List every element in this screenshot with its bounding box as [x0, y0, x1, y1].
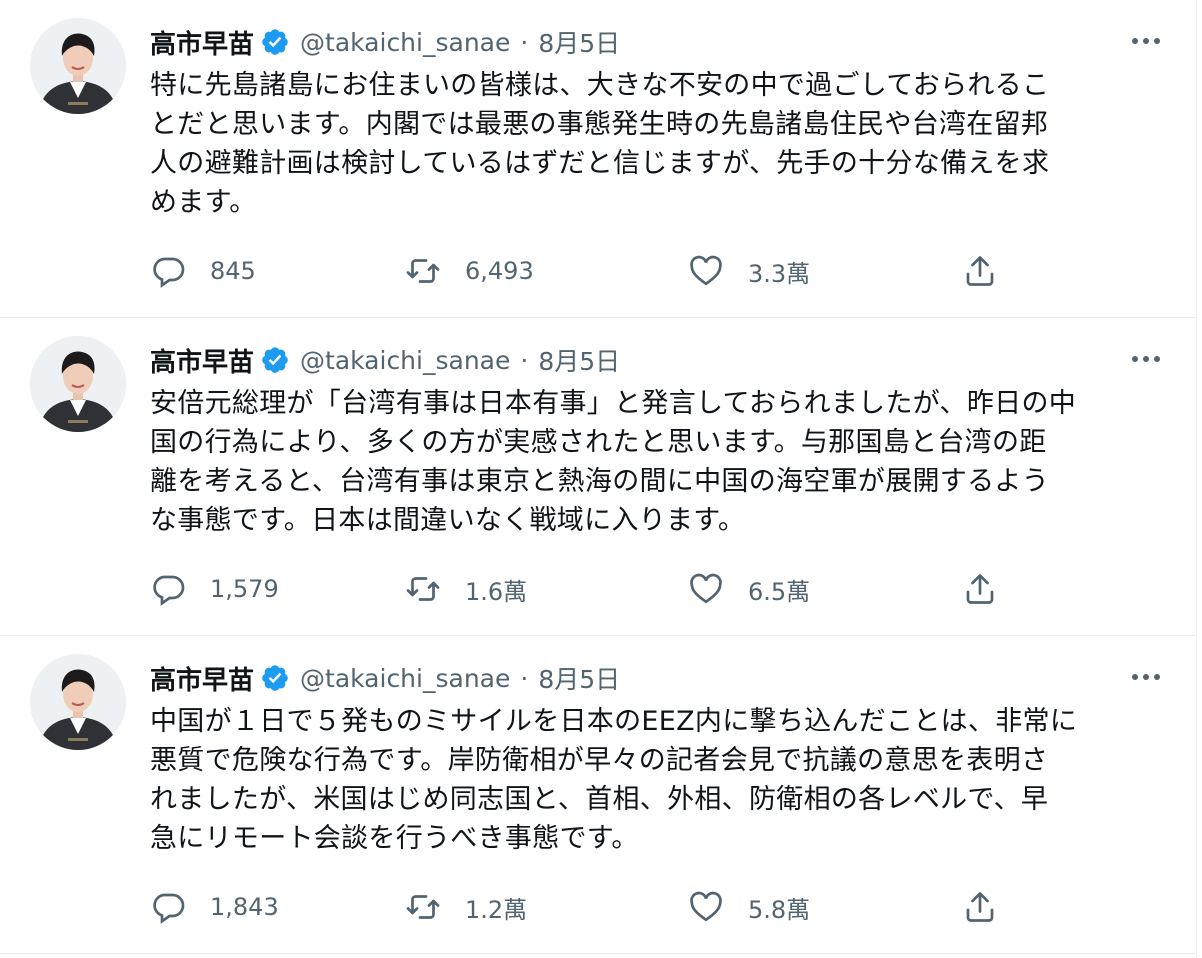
retweet-count: 6,493 [465, 257, 534, 285]
tweet-actions: 1,579 1.6萬 6.5萬 [150, 566, 1010, 616]
share-button[interactable] [962, 248, 1022, 294]
tweet-2[interactable]: 高市早苗 @takaichi_sanae · 8月5日 安倍元総理が「台湾有事は… [0, 318, 1196, 636]
author-handle[interactable]: @takaichi_sanae [300, 346, 510, 375]
share-button[interactable] [962, 884, 1022, 930]
retweet-button[interactable]: 6,493 [405, 248, 534, 294]
retweet-icon [406, 577, 440, 601]
like-count: 6.5萬 [748, 577, 811, 606]
tweet-text: 安倍元総理が「台湾有事は日本有事」と発言しておられましたが、昨日の中 国の行為に… [150, 388, 1077, 536]
avatar[interactable] [30, 18, 126, 114]
reply-icon [153, 257, 185, 288]
like-button[interactable]: 5.8萬 [688, 884, 810, 930]
reply-button[interactable]: 1,843 [150, 884, 279, 930]
tweet-text: 中国が１日で５発ものミサイルを日本のEEZ内に撃ち込んだことは、非常に 悪質で危… [150, 706, 1078, 854]
retweet-button[interactable]: 1.6萬 [405, 566, 527, 612]
verified-badge-icon [260, 345, 290, 375]
tweet-1[interactable]: 高市早苗 @takaichi_sanae · 8月5日 特に先島諸島にお住まいの… [0, 0, 1196, 318]
tweet-date[interactable]: 8月5日 [538, 342, 620, 378]
more-options-icon[interactable] [1126, 662, 1166, 692]
separator-dot: · [520, 345, 529, 375]
share-button[interactable] [962, 566, 1022, 612]
retweet-icon [406, 259, 440, 283]
share-icon [966, 574, 994, 604]
avatar[interactable] [30, 654, 126, 750]
share-icon [966, 256, 994, 286]
reply-count: 1,843 [210, 893, 279, 921]
author-handle[interactable]: @takaichi_sanae [300, 664, 510, 693]
author-handle[interactable]: @takaichi_sanae [300, 28, 510, 57]
verified-badge-icon [260, 27, 290, 57]
retweet-icon [406, 895, 440, 919]
reply-icon [153, 575, 185, 606]
author-name[interactable]: 高市早苗 [150, 342, 254, 379]
like-icon [690, 891, 722, 922]
more-options-icon[interactable] [1126, 344, 1166, 374]
reply-button[interactable]: 1,579 [150, 566, 279, 612]
separator-dot: · [520, 663, 529, 693]
share-icon [966, 892, 994, 922]
reply-icon [153, 893, 185, 924]
author-name[interactable]: 高市早苗 [150, 660, 254, 697]
reply-count: 845 [210, 257, 256, 285]
like-count: 3.3萬 [748, 259, 811, 288]
retweet-button[interactable]: 1.2萬 [405, 884, 527, 930]
tweet-date[interactable]: 8月5日 [538, 24, 620, 60]
like-count: 5.8萬 [748, 895, 811, 924]
like-button[interactable]: 3.3萬 [688, 248, 810, 294]
like-icon [690, 573, 722, 604]
author-name[interactable]: 高市早苗 [150, 24, 254, 61]
reply-count: 1,579 [210, 575, 279, 603]
tweet-3[interactable]: 高市早苗 @takaichi_sanae · 8月5日 中国が１日で５発ものミサ… [0, 636, 1196, 954]
tweet-header: 高市早苗 @takaichi_sanae · 8月5日 [150, 658, 620, 698]
tweet-actions: 845 6,493 3.3萬 [150, 248, 1010, 298]
tweet-header: 高市早苗 @takaichi_sanae · 8月5日 [150, 22, 620, 62]
more-options-icon[interactable] [1126, 26, 1166, 56]
tweet-text: 特に先島諸島にお住まいの皆様は、大きな不安の中で過ごしておられるこ とだと思いま… [150, 70, 1050, 218]
like-button[interactable]: 6.5萬 [688, 566, 810, 612]
avatar[interactable] [30, 336, 126, 432]
verified-badge-icon [260, 663, 290, 693]
retweet-count: 1.6萬 [465, 577, 528, 606]
reply-button[interactable]: 845 [150, 248, 256, 294]
tweet-actions: 1,843 1.2萬 5.8萬 [150, 884, 1010, 934]
like-icon [690, 255, 722, 286]
tweet-feed: 高市早苗 @takaichi_sanae · 8月5日 特に先島諸島にお住まいの… [0, 0, 1197, 958]
tweet-header: 高市早苗 @takaichi_sanae · 8月5日 [150, 340, 620, 380]
separator-dot: · [520, 27, 529, 57]
tweet-date[interactable]: 8月5日 [538, 660, 620, 696]
retweet-count: 1.2萬 [465, 895, 528, 924]
